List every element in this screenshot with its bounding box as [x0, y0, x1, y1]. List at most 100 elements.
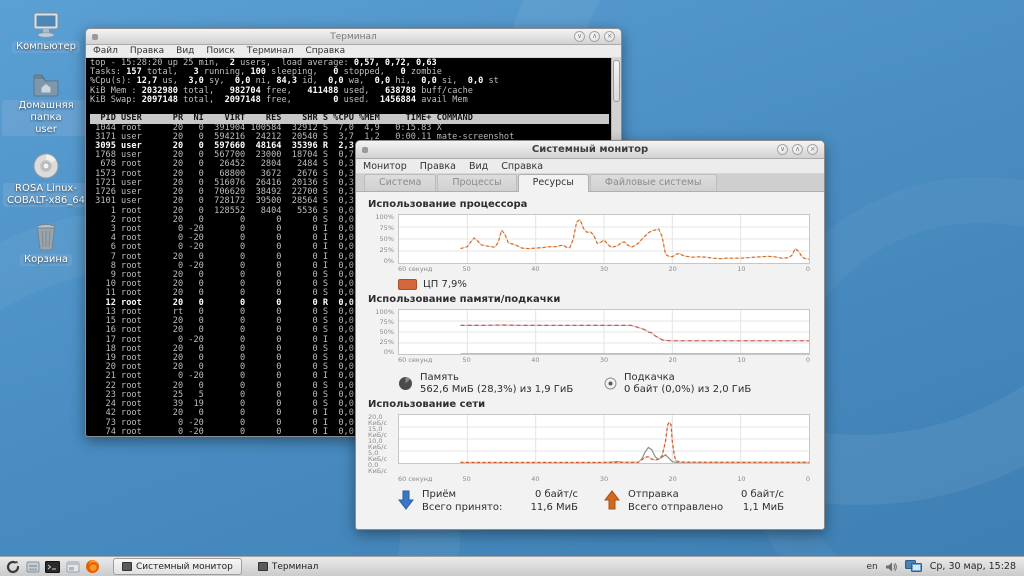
- tab-Процессы[interactable]: Процессы: [437, 174, 516, 191]
- x-axis-tick: 30: [600, 475, 608, 483]
- system-tray: en Ср, 30 мар, 15:28: [867, 560, 1024, 573]
- firefox-icon: [85, 559, 100, 574]
- taskbar: Системный монитор Терминал en Ср, 30 мар…: [0, 556, 1024, 576]
- resources-tab-content: Использование процессора 100%75%50%25%0%…: [356, 192, 824, 529]
- menu-item-Вид[interactable]: Вид: [469, 161, 488, 172]
- terminal-scrollbar-thumb[interactable]: [613, 60, 620, 102]
- x-axis-tick: 10: [737, 475, 745, 483]
- swap-legend-name: Подкачка: [624, 372, 751, 383]
- firefox-launcher[interactable]: [84, 558, 101, 575]
- upload-arrow-icon: [604, 489, 620, 511]
- tab-Ресурсы[interactable]: Ресурсы: [518, 174, 589, 192]
- terminal-titlebar[interactable]: Терминал ∨ ∧ ×: [86, 29, 621, 45]
- x-axis-tick: 60 секунд: [398, 356, 432, 364]
- swap-radio-icon: [604, 377, 617, 390]
- y-axis-tick: 100%: [375, 309, 394, 315]
- desktop-icon-computer[interactable]: Компьютер: [2, 8, 90, 53]
- minimize-button[interactable]: ∨: [574, 31, 585, 42]
- swap-legend-value: 0 байт (0,0%) из 2,0 ГиБ: [624, 384, 751, 395]
- tab-Система[interactable]: Система: [364, 174, 436, 191]
- volume-icon[interactable]: [885, 561, 898, 573]
- menu-item-Справка[interactable]: Справка: [501, 161, 543, 172]
- system-monitor-task-icon: [122, 562, 132, 571]
- x-axis-tick: 0: [806, 356, 810, 364]
- cpu-section-title: Использование процессора: [368, 199, 810, 210]
- cpu-legend-value: 7,9%: [441, 279, 466, 290]
- cd-icon: [32, 150, 60, 180]
- taskbar-task-terminal[interactable]: Терминал: [250, 558, 327, 575]
- memory-legend-value: 562,6 МиБ (28,3%) из 1,9 ГиБ: [420, 384, 573, 395]
- system-monitor-tabs: СистемаПроцессыРесурсыФайловые системы: [356, 174, 824, 192]
- tab-Файловые системы[interactable]: Файловые системы: [590, 174, 717, 191]
- x-axis-tick: 0: [806, 475, 810, 483]
- menu-item-Поиск[interactable]: Поиск: [206, 46, 235, 56]
- home-folder-icon: [31, 67, 61, 97]
- x-axis-tick: 50: [463, 265, 471, 273]
- x-axis-tick: 10: [737, 356, 745, 364]
- x-axis-tick: 30: [600, 265, 608, 273]
- taskbar-task-system-monitor[interactable]: Системный монитор: [113, 558, 242, 575]
- x-axis-tick: 20: [669, 356, 677, 364]
- x-axis-tick: 40: [531, 356, 539, 364]
- receive-total: 11,6 МиБ: [531, 502, 578, 513]
- maximize-button[interactable]: ∧: [792, 144, 803, 155]
- terminal-launcher[interactable]: [44, 558, 61, 575]
- x-axis-tick: 20: [669, 475, 677, 483]
- desktop-icon-home-folder[interactable]: Домашняя папкаuser: [2, 67, 90, 136]
- desktop-icon-label: Корзина: [20, 254, 72, 266]
- file-manager-launcher[interactable]: [24, 558, 41, 575]
- cpu-usage-chart: [398, 214, 810, 264]
- x-axis-tick: 60 секунд: [398, 265, 432, 273]
- system-monitor-window: Системный монитор ∨ ∧ × Монитор Правка Вид…: [355, 140, 825, 530]
- menu-item-Справка[interactable]: Справка: [305, 46, 345, 56]
- clock[interactable]: Ср, 30 мар, 15:28: [930, 561, 1016, 572]
- memory-chart-x-axis: 60 секунд 50 40 30 20 10 0: [398, 355, 810, 364]
- menu-item-Терминал[interactable]: Терминал: [247, 46, 294, 56]
- y-axis-tick: 50%: [380, 236, 394, 242]
- send-total-label: Всего отправлено: [628, 502, 723, 513]
- memory-section-title: Использование памяти/подкачки: [368, 294, 810, 305]
- menu-item-Файл[interactable]: Файл: [93, 46, 118, 56]
- memory-legend-name: Память: [420, 372, 573, 383]
- minimize-button[interactable]: ∨: [777, 144, 788, 155]
- computer-icon: [31, 8, 61, 38]
- menu-item-Правка[interactable]: Правка: [420, 161, 456, 172]
- network-legend: Приём 0 байт/с Всего принято: 11,6 МиБ Отп…: [398, 489, 810, 513]
- desktop-icon-label: Компьютер: [12, 41, 80, 53]
- y-axis-tick: 0%: [384, 258, 394, 264]
- software-center-icon: [66, 561, 80, 573]
- y-axis-tick: 75%: [380, 319, 394, 325]
- desktop-icon-cdrom[interactable]: ROSA Linux-COBALT-x86_64: [2, 150, 90, 207]
- cpu-legend: ЦП 7,9%: [398, 277, 810, 291]
- y-axis-tick: 0,0 КиБ/с: [368, 462, 394, 474]
- send-rate: 0 байт/с: [741, 489, 784, 500]
- network-receive-legend: Приём0 байт/с Всего принято:11,6 МиБ: [398, 489, 604, 513]
- software-center-launcher[interactable]: [64, 558, 81, 575]
- close-button[interactable]: ×: [604, 31, 615, 42]
- system-monitor-titlebar[interactable]: Системный монитор ∨ ∧ ×: [356, 141, 824, 159]
- network-send-legend: Отправка0 байт/с Всего отправлено1,1 МиБ: [604, 489, 810, 513]
- x-axis-tick: 30: [600, 356, 608, 364]
- memory-legend-item: Память 562,6 МиБ (28,3%) из 1,9 ГиБ: [398, 372, 604, 395]
- desktop-icon-trash[interactable]: Корзина: [2, 221, 90, 266]
- y-axis-tick: 50%: [380, 329, 394, 335]
- maximize-button[interactable]: ∧: [589, 31, 600, 42]
- keyboard-layout-indicator[interactable]: en: [867, 562, 878, 572]
- menu-item-Вид[interactable]: Вид: [176, 46, 194, 56]
- main-menu-button[interactable]: [4, 558, 21, 575]
- receive-label: Приём: [422, 489, 456, 500]
- x-axis-tick: 50: [463, 356, 471, 364]
- cpu-legend-swatch: [398, 279, 417, 290]
- system-monitor-window-title: Системный монитор: [356, 144, 824, 155]
- close-button[interactable]: ×: [807, 144, 818, 155]
- terminal-launcher-icon: [45, 561, 60, 573]
- file-manager-icon: [26, 561, 40, 573]
- swap-legend-item: Подкачка 0 байт (0,0%) из 2,0 ГиБ: [604, 372, 810, 395]
- network-monitors-icon[interactable]: [905, 560, 923, 573]
- menu-item-Монитор[interactable]: Монитор: [363, 161, 407, 172]
- menu-item-Правка[interactable]: Правка: [130, 46, 164, 56]
- network-usage-chart: [398, 414, 810, 464]
- desktop-icon-column: Компьютер Домашняя папкаuser ROSA Linux-…: [2, 8, 90, 280]
- receive-total-label: Всего принято:: [422, 502, 502, 513]
- cpu-legend-name: ЦП: [423, 279, 438, 290]
